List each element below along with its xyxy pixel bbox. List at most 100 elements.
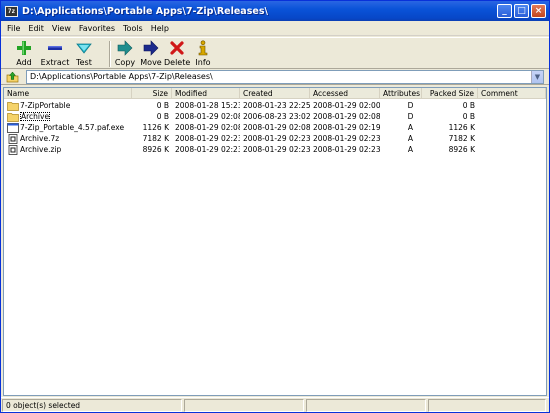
- cell-created: 2008-01-29 02:08: [243, 123, 310, 132]
- cell-size: 0 B: [156, 101, 169, 110]
- copy-label: Copy: [114, 58, 136, 67]
- column-header-created[interactable]: Created: [240, 88, 310, 99]
- file-list[interactable]: Name Size Modified Created Accessed Attr…: [3, 87, 547, 396]
- cell-packed-size: 0 B: [462, 101, 475, 110]
- cell-packed-size: 0 B: [462, 112, 475, 121]
- cell-attributes: D: [407, 112, 414, 121]
- info-icon: [198, 40, 208, 56]
- cell-comment: [478, 122, 546, 133]
- cell-attributes: A: [407, 134, 414, 143]
- chevron-down-icon: ▼: [534, 73, 541, 81]
- status-bar: 0 object(s) selected: [1, 397, 549, 412]
- delete-label: Delete: [164, 58, 191, 67]
- status-pane-selection: 0 object(s) selected: [2, 399, 182, 412]
- table-row[interactable]: Archive 0 B 2008-01-29 02:08 2006-08-23 …: [4, 111, 546, 122]
- cell-packed-size: 1126 K: [448, 123, 475, 132]
- window-controls: _ □ ×: [497, 4, 546, 18]
- cell-modified: 2008-01-29 02:08: [175, 112, 240, 121]
- table-row[interactable]: Archive.7z 7182 K 2008-01-29 02:23 2008-…: [4, 133, 546, 144]
- move-button[interactable]: Move: [139, 38, 163, 68]
- toolbar: Add Extract Test Copy Move Delete Info: [1, 37, 549, 69]
- info-label: Info: [195, 58, 211, 67]
- column-header-packed-size[interactable]: Packed Size: [422, 88, 478, 99]
- cell-name: 7-Zip_Portable_4.57.paf.exe: [20, 123, 125, 132]
- main-window: 7z D:\Applications\Portable Apps\7-Zip\R…: [0, 0, 550, 413]
- cell-created: 2008-01-29 02:23: [243, 145, 310, 154]
- table-row[interactable]: 7-ZipPortable 0 B 2008-01-28 15:23 2008-…: [4, 100, 546, 111]
- column-header-comment[interactable]: Comment: [478, 88, 546, 99]
- cell-accessed: 2008-01-29 02:08: [313, 112, 380, 121]
- cell-packed-size: 7182 K: [448, 134, 475, 143]
- window-title: D:\Applications\Portable Apps\7-Zip\Rele…: [22, 5, 268, 17]
- cell-name: Archive.7z: [20, 134, 60, 143]
- menu-edit[interactable]: Edit: [24, 24, 48, 33]
- cell-attributes: A: [407, 123, 414, 132]
- toolbar-separator: [109, 41, 111, 67]
- address-dropdown-button[interactable]: ▼: [531, 71, 543, 83]
- cell-comment: [478, 100, 546, 111]
- up-folder-icon[interactable]: [6, 71, 19, 83]
- copy-button[interactable]: Copy: [113, 38, 137, 68]
- column-header-accessed[interactable]: Accessed: [310, 88, 380, 99]
- address-bar: D:\Applications\Portable Apps\7-Zip\Rele…: [1, 69, 549, 85]
- cell-name: 7-ZipPortable: [20, 101, 71, 110]
- delete-button[interactable]: Delete: [164, 38, 190, 68]
- cell-modified: 2008-01-28 15:23: [175, 101, 240, 110]
- status-pane-modified: [306, 399, 426, 412]
- menu-tools[interactable]: Tools: [119, 24, 147, 33]
- test-label: Test: [76, 58, 92, 67]
- cell-size: 0 B: [156, 112, 169, 121]
- move-label: Move: [140, 58, 162, 67]
- status-pane-extra: [428, 399, 546, 412]
- cell-attributes: A: [407, 145, 414, 154]
- cell-accessed: 2008-01-29 02:19: [313, 123, 380, 132]
- cell-attributes: D: [407, 101, 414, 110]
- cell-name: Archive: [4, 111, 132, 122]
- column-header-size[interactable]: Size: [132, 88, 172, 99]
- menu-view[interactable]: View: [48, 24, 75, 33]
- test-button[interactable]: Test: [71, 38, 97, 68]
- minus-icon: [48, 46, 62, 50]
- move-arrow-icon: [143, 40, 159, 56]
- cell-created: 2006-08-23 23:02: [243, 112, 310, 121]
- copy-arrow-icon: [117, 40, 133, 56]
- status-text: 0 object(s) selected: [6, 401, 81, 410]
- close-button[interactable]: ×: [531, 4, 546, 18]
- cell-size: 8926 K: [142, 145, 169, 154]
- cell-created: 2008-01-29 02:23: [243, 134, 310, 143]
- cell-created: 2008-01-23 22:25: [243, 101, 310, 110]
- column-header-attributes[interactable]: Attributes: [380, 88, 422, 99]
- info-button[interactable]: Info: [192, 38, 214, 68]
- table-row[interactable]: 7-Zip_Portable_4.57.paf.exe 1126 K 2008-…: [4, 122, 546, 133]
- menu-file[interactable]: File: [3, 24, 24, 33]
- cell-comment: [478, 144, 546, 155]
- address-field[interactable]: D:\Applications\Portable Apps\7-Zip\Rele…: [26, 70, 544, 84]
- status-pane-size: [184, 399, 304, 412]
- cell-modified: 2008-01-29 02:08: [175, 123, 240, 132]
- app-icon: 7z: [5, 5, 18, 17]
- menu-bar: File Edit View Favorites Tools Help: [1, 21, 549, 36]
- extract-button[interactable]: Extract: [39, 38, 71, 68]
- delete-x-icon: [170, 41, 184, 55]
- cell-accessed: 2008-01-29 02:00: [313, 101, 380, 110]
- table-row[interactable]: Archive.zip 8926 K 2008-01-29 02:23 2008…: [4, 144, 546, 155]
- minimize-button[interactable]: _: [497, 4, 512, 18]
- cell-accessed: 2008-01-29 02:23: [313, 145, 380, 154]
- cell-comment: [478, 133, 546, 144]
- cell-size: 1126 K: [142, 123, 169, 132]
- address-path: D:\Applications\Portable Apps\7-Zip\Rele…: [30, 72, 213, 81]
- extract-label: Extract: [40, 58, 70, 67]
- menu-help[interactable]: Help: [147, 24, 173, 33]
- add-button[interactable]: Add: [9, 38, 39, 68]
- column-header-modified[interactable]: Modified: [172, 88, 240, 99]
- cell-modified: 2008-01-29 02:23: [175, 134, 240, 143]
- title-bar[interactable]: 7z D:\Applications\Portable Apps\7-Zip\R…: [1, 1, 549, 21]
- maximize-button[interactable]: □: [514, 4, 529, 18]
- column-header-name[interactable]: Name: [4, 88, 132, 99]
- cell-size: 7182 K: [142, 134, 169, 143]
- focused-item-label: Archive: [20, 112, 51, 121]
- plus-icon: [17, 41, 31, 55]
- list-header: Name Size Modified Created Accessed Attr…: [4, 88, 546, 99]
- test-checkmark-icon: [76, 43, 92, 54]
- menu-favorites[interactable]: Favorites: [75, 24, 119, 33]
